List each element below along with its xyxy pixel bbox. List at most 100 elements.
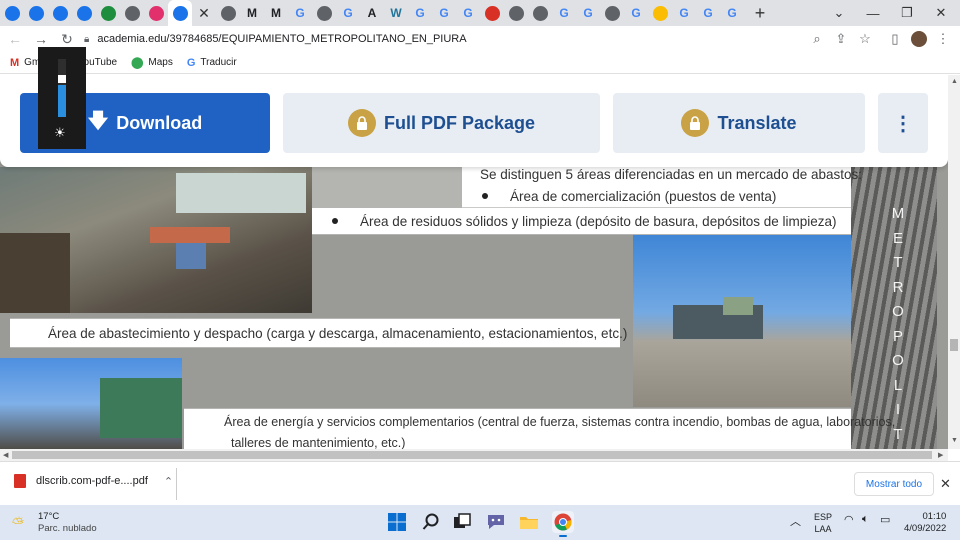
scroll-down-icon[interactable]: ▼ bbox=[951, 437, 958, 444]
horizontal-scrollbar[interactable]: ◀ ▶ bbox=[0, 449, 948, 461]
browser-tab[interactable]: G bbox=[624, 0, 648, 26]
scroll-up-icon[interactable]: ▲ bbox=[951, 78, 958, 85]
browser-tab[interactable]: A bbox=[360, 0, 384, 26]
vertical-scroll-thumb[interactable] bbox=[950, 339, 958, 351]
brightness-level-fill bbox=[58, 85, 66, 117]
zoom-button[interactable]: ⌕ bbox=[806, 26, 828, 52]
start-button[interactable] bbox=[386, 511, 408, 533]
full-pdf-package-button[interactable]: Full PDF Package bbox=[283, 93, 600, 153]
vertical-letter: T bbox=[893, 254, 903, 271]
tray-overflow-button[interactable]: ︿ bbox=[790, 513, 801, 529]
browser-tab[interactable] bbox=[24, 0, 48, 26]
vertical-title: METROPOLIT bbox=[884, 205, 912, 449]
task-view-button[interactable] bbox=[451, 511, 473, 533]
browser-tab[interactable]: M bbox=[264, 0, 288, 26]
browser-tab[interactable]: G bbox=[552, 0, 576, 26]
more-options-button[interactable]: ⋮ bbox=[878, 93, 928, 153]
padlock-icon bbox=[681, 109, 710, 137]
close-shelf-button[interactable]: ✕ bbox=[940, 476, 951, 492]
close-window-button[interactable]: ✕ bbox=[924, 0, 958, 26]
browser-tab[interactable]: G bbox=[720, 0, 744, 26]
translate-button[interactable]: Translate bbox=[613, 93, 865, 153]
volume-button[interactable]: 🔈︎ bbox=[862, 513, 869, 526]
more-dots-icon: ⋮ bbox=[893, 112, 913, 135]
browser-tab[interactable] bbox=[120, 0, 144, 26]
lock-icon: 🔒︎ bbox=[84, 33, 90, 45]
browser-tab[interactable] bbox=[168, 0, 192, 26]
horizontal-scroll-thumb[interactable] bbox=[12, 451, 932, 459]
bookmark-traducir[interactable]: G Traducir bbox=[187, 57, 237, 69]
chat-app-button[interactable] bbox=[485, 511, 507, 533]
chrome-taskbar-button[interactable] bbox=[552, 511, 574, 537]
kebab-menu-icon: ⋮ bbox=[936, 31, 950, 46]
weather-widget[interactable]: ⛅︎ 17°C Parc. nublado bbox=[12, 511, 97, 535]
browser-tab[interactable] bbox=[480, 0, 504, 26]
vertical-scrollbar[interactable]: ▲ ▼ bbox=[948, 75, 960, 449]
bookmark-maps[interactable]: ⬤ Maps bbox=[131, 56, 173, 69]
download-item[interactable]: dlscrib.com-pdf-e....pdf ⌃ bbox=[14, 474, 173, 488]
browser-tab[interactable] bbox=[72, 0, 96, 26]
minimize-button[interactable]: — bbox=[856, 0, 890, 26]
brightness-slider[interactable] bbox=[58, 59, 66, 117]
browser-tab[interactable]: G bbox=[696, 0, 720, 26]
browser-tab[interactable] bbox=[504, 0, 528, 26]
show-all-button[interactable]: Mostrar todo bbox=[854, 472, 934, 496]
url-text: academia.edu/39784685/EQUIPAMIENTO_METRO… bbox=[97, 33, 467, 45]
chrome-icon bbox=[554, 513, 572, 531]
translate-label: Translate bbox=[717, 112, 797, 133]
browser-tab[interactable] bbox=[600, 0, 624, 26]
browser-tab[interactable] bbox=[48, 0, 72, 26]
browser-tab[interactable] bbox=[144, 0, 168, 26]
browser-tab[interactable]: W bbox=[384, 0, 408, 26]
wifi-button[interactable]: ◠ bbox=[844, 513, 854, 526]
address-bar[interactable]: 🔒︎ academia.edu/39784685/EQUIPAMIENTO_ME… bbox=[84, 28, 884, 50]
browser-tab[interactable]: G bbox=[456, 0, 480, 26]
browser-tab[interactable]: M bbox=[240, 0, 264, 26]
browser-tab[interactable]: G bbox=[336, 0, 360, 26]
clock[interactable]: 01:10 4/09/2022 bbox=[904, 511, 946, 535]
browser-tab[interactable]: G bbox=[576, 0, 600, 26]
language-code: ESP bbox=[814, 512, 833, 522]
chat-icon bbox=[488, 515, 504, 529]
restore-button[interactable]: ❐ bbox=[890, 0, 924, 26]
new-tab-button[interactable]: + bbox=[748, 3, 772, 24]
taskbar-search-button[interactable] bbox=[420, 511, 442, 533]
wordpress-icon: W bbox=[390, 6, 402, 20]
file-explorer-button[interactable] bbox=[518, 511, 540, 533]
browser-tab[interactable]: G bbox=[432, 0, 456, 26]
language-indicator[interactable]: ESP LAA bbox=[814, 511, 832, 535]
profile-button[interactable] bbox=[908, 26, 930, 52]
menu-button[interactable]: ⋮ bbox=[932, 26, 954, 52]
globe-icon bbox=[532, 5, 548, 21]
brightness-slider-thumb[interactable] bbox=[58, 75, 66, 83]
scroll-right-icon[interactable]: ▶ bbox=[938, 451, 943, 459]
browser-tab[interactable] bbox=[528, 0, 552, 26]
share-button[interactable]: ⇪ bbox=[830, 26, 852, 52]
browser-tab[interactable] bbox=[648, 0, 672, 26]
browser-tab[interactable] bbox=[216, 0, 240, 26]
vertical-letter: P bbox=[892, 327, 903, 345]
battery-button[interactable]: ▭ bbox=[880, 513, 890, 526]
browser-tab[interactable]: G bbox=[408, 0, 432, 26]
browser-tab[interactable]: G bbox=[672, 0, 696, 26]
chevron-up-icon[interactable]: ⌃ bbox=[164, 475, 173, 488]
tab-strip: ✕ M M G G A W G G G G G G G G G + bbox=[0, 0, 960, 26]
reload-icon: ↻ bbox=[61, 30, 73, 47]
browser-tab[interactable] bbox=[312, 0, 336, 26]
chrome-circle-icon bbox=[76, 5, 92, 21]
browser-tab[interactable]: G bbox=[288, 0, 312, 26]
side-panel-button[interactable]: ▯ bbox=[884, 26, 906, 52]
download-filename: dlscrib.com-pdf-e....pdf bbox=[36, 475, 148, 487]
back-button[interactable]: ← bbox=[2, 26, 28, 52]
bookmark-star-button[interactable]: ☆ bbox=[854, 26, 876, 52]
side-panel-icon: ▯ bbox=[891, 31, 899, 46]
chrome-circle-icon bbox=[28, 5, 44, 21]
close-tab-button[interactable]: ✕ bbox=[192, 0, 216, 26]
google-icon: G bbox=[631, 6, 641, 20]
task-view-icon bbox=[454, 513, 471, 528]
vertical-letter: O bbox=[892, 352, 904, 369]
scroll-left-icon[interactable]: ◀ bbox=[3, 451, 8, 459]
tab-search-button[interactable]: ⌄ bbox=[822, 0, 856, 26]
browser-tab[interactable] bbox=[0, 0, 24, 26]
browser-tab[interactable] bbox=[96, 0, 120, 26]
